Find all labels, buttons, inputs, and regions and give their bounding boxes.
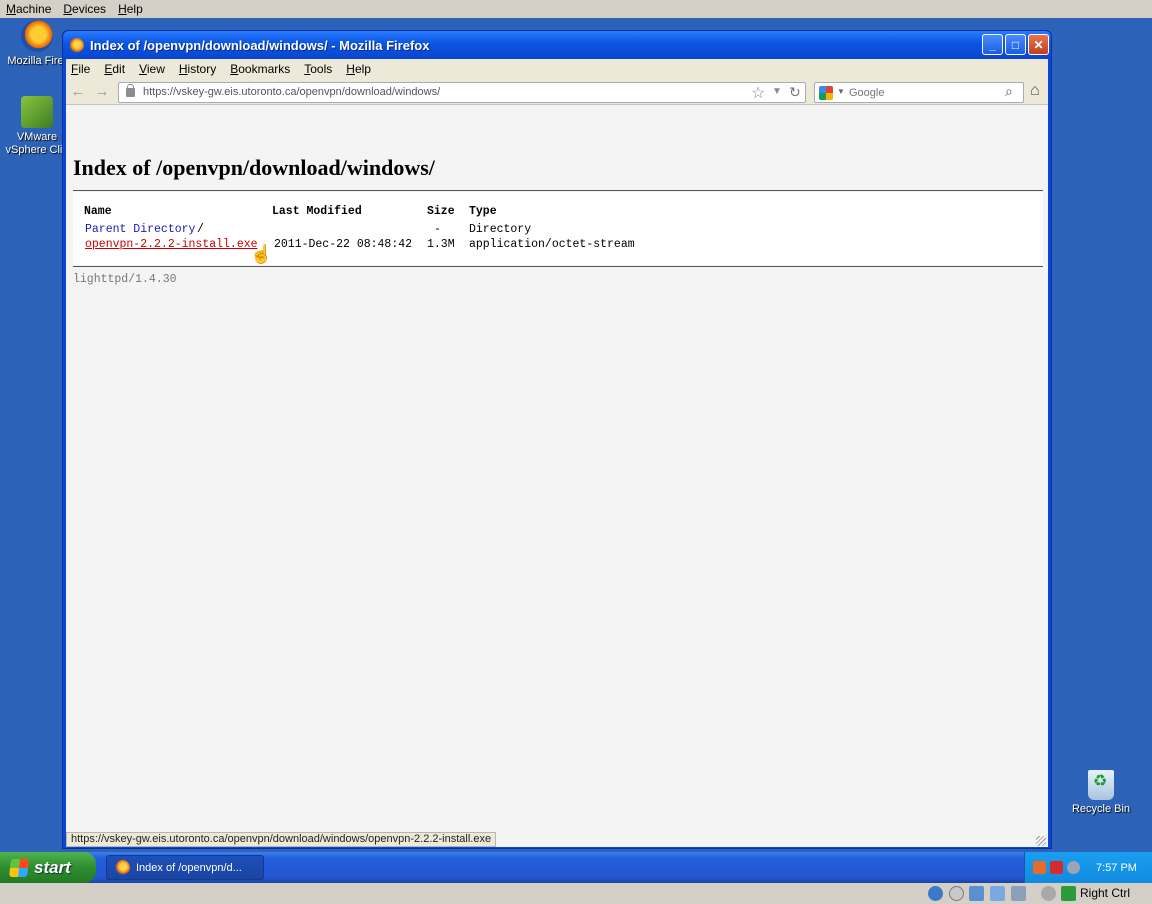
vbox-statusbar: Right Ctrl xyxy=(0,883,1152,904)
start-button[interactable]: start xyxy=(0,852,96,883)
menu-bookmarks[interactable]: Bookmarks xyxy=(230,62,290,76)
vbox-menu-help[interactable]: Help xyxy=(118,2,143,16)
vbox-menu-machine[interactable]: Machine xyxy=(6,2,51,16)
server-signature: lighttpd/1.4.30 xyxy=(73,273,177,286)
menu-help[interactable]: Help xyxy=(346,62,371,76)
navigation-toolbar: ← → https://vskey-gw.eis.utoronto.ca/ope… xyxy=(66,79,1048,105)
host-key-label: Right Ctrl xyxy=(1080,886,1131,900)
column-header-type[interactable]: Type xyxy=(469,205,497,218)
search-bar: ▼ ⌕ xyxy=(814,82,1024,103)
desktop-icon-recycle-bin[interactable]: Recycle Bin xyxy=(1066,770,1136,816)
home-icon[interactable]: ⌂ xyxy=(1030,82,1040,100)
menu-file[interactable]: File xyxy=(71,62,90,76)
search-icon[interactable]: ⌕ xyxy=(1005,83,1013,100)
minimize-button[interactable]: _ xyxy=(982,34,1003,55)
lock-icon xyxy=(126,84,135,97)
divider xyxy=(73,266,1043,267)
resize-grip-icon[interactable] xyxy=(1036,836,1046,846)
page-content: Index of /openvpn/download/windows/ Name… xyxy=(66,106,1048,816)
desktop-icon-label: Recycle Bin xyxy=(1071,803,1131,815)
recycle-bin-icon xyxy=(1088,770,1114,800)
menu-tools[interactable]: Tools xyxy=(304,62,332,76)
list-item-modified: 2011-Dec-22 08:48:42 xyxy=(274,238,413,251)
bookmark-star-icon[interactable]: ☆ xyxy=(751,83,765,103)
taskbar-button-firefox[interactable]: Index of /openvpn/d... xyxy=(106,855,264,880)
optical-drive-icon[interactable] xyxy=(949,886,964,901)
vpn-icon[interactable] xyxy=(1067,861,1080,874)
page-title: Index of /openvpn/download/windows/ xyxy=(73,155,435,180)
google-icon[interactable] xyxy=(819,86,833,100)
vbox-menubar: Machine Devices Help xyxy=(0,0,1152,18)
shield-icon[interactable] xyxy=(1050,861,1063,874)
firefox-client: File Edit View History Bookmarks Tools H… xyxy=(66,59,1048,847)
clock[interactable]: 7:57 PM xyxy=(1096,862,1137,874)
hand-cursor-icon: ☝ xyxy=(250,244,273,264)
firefox-icon xyxy=(115,860,130,875)
firefox-menubar: File Edit View History Bookmarks Tools H… xyxy=(66,59,1048,79)
system-tray: 7:57 PM xyxy=(1024,852,1152,883)
menu-view[interactable]: View xyxy=(139,62,165,76)
shared-folder-icon[interactable] xyxy=(990,886,1005,901)
window-title: Index of /openvpn/download/windows/ - Mo… xyxy=(90,37,430,53)
directory-listing xyxy=(73,192,1043,265)
url-bar[interactable]: https://vskey-gw.eis.utoronto.ca/openvpn… xyxy=(118,82,806,103)
maximize-button[interactable]: □ xyxy=(1005,34,1026,55)
firefox-icon xyxy=(21,20,53,52)
list-item-size: - xyxy=(434,223,441,236)
column-header-size[interactable]: Size xyxy=(427,205,455,218)
reload-icon[interactable]: ↻ xyxy=(789,84,801,101)
status-bar: https://vskey-gw.eis.utoronto.ca/openvpn… xyxy=(66,832,1048,847)
window-titlebar[interactable]: Index of /openvpn/download/windows/ - Mo… xyxy=(63,31,1051,59)
back-arrow-icon[interactable]: ← xyxy=(70,84,86,100)
windows-flag-icon xyxy=(9,858,29,877)
menu-history[interactable]: History xyxy=(179,62,216,76)
taskbar-button-label: Index of /openvpn/d... xyxy=(136,861,242,874)
list-item-size: 1.3M xyxy=(427,238,455,251)
search-input[interactable] xyxy=(849,84,999,101)
column-header-modified[interactable]: Last Modified xyxy=(272,205,362,218)
mouse-integration-icon[interactable] xyxy=(1041,886,1056,901)
display-icon[interactable] xyxy=(1011,886,1026,901)
divider xyxy=(73,190,1043,191)
vbox-menu-devices[interactable]: Devices xyxy=(63,2,106,16)
java-icon[interactable] xyxy=(1033,861,1046,874)
chevron-down-icon[interactable]: ▼ xyxy=(772,86,782,97)
url-text[interactable]: https://vskey-gw.eis.utoronto.ca/openvpn… xyxy=(143,86,440,98)
menu-edit[interactable]: Edit xyxy=(104,62,125,76)
file-link-openvpn-installer[interactable]: openvpn-2.2.2-install.exe xyxy=(85,238,258,251)
list-item-type: Directory xyxy=(469,223,532,236)
taskbar: start Index of /openvpn/d... 7:57 PM xyxy=(0,852,1152,883)
chevron-down-icon[interactable]: ▼ xyxy=(837,87,845,96)
firefox-icon xyxy=(69,37,84,53)
parent-directory-link[interactable]: Parent Directory xyxy=(85,223,195,236)
forward-arrow-icon[interactable]: → xyxy=(94,84,110,100)
start-label: start xyxy=(34,857,71,877)
list-item-type: application/octet-stream xyxy=(469,238,635,251)
hard-disk-icon[interactable] xyxy=(928,886,943,901)
close-button[interactable]: ✕ xyxy=(1028,34,1049,55)
firefox-window: Index of /openvpn/download/windows/ - Mo… xyxy=(62,30,1052,849)
network-icon[interactable] xyxy=(969,886,984,901)
column-header-name[interactable]: Name xyxy=(84,205,112,218)
list-item-suffix: / xyxy=(197,223,204,236)
keyboard-capture-icon[interactable] xyxy=(1061,886,1076,901)
status-text: https://vskey-gw.eis.utoronto.ca/openvpn… xyxy=(66,832,497,847)
vmware-icon xyxy=(21,96,53,128)
